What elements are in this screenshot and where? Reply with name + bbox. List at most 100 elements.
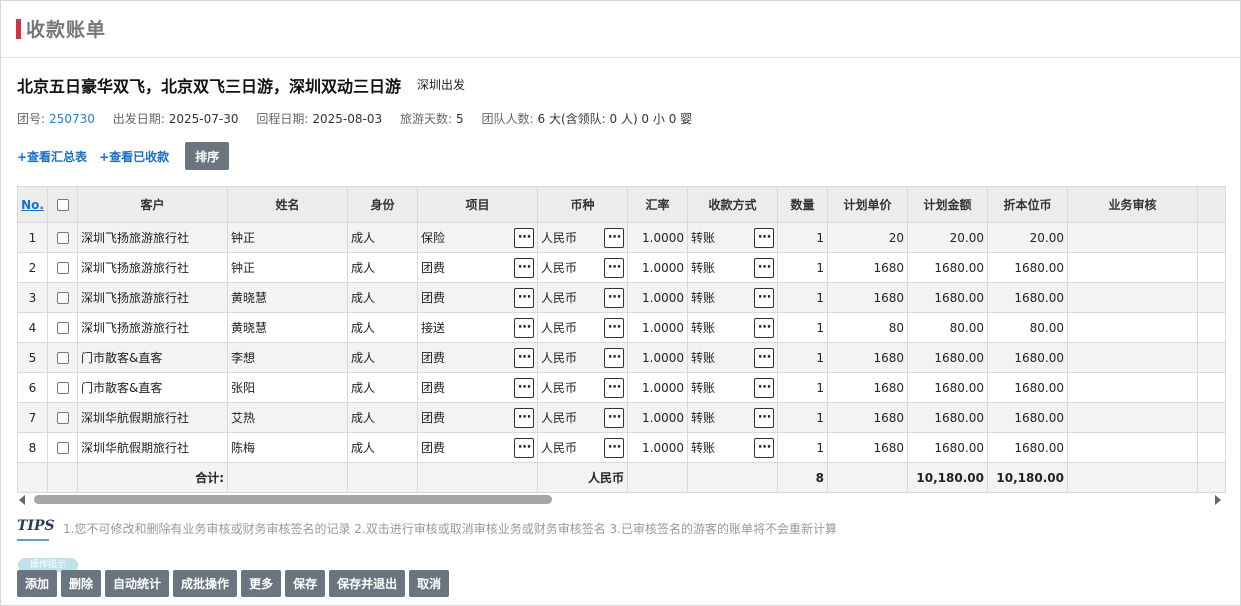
row-base[interactable]: 1680.00 xyxy=(987,282,1068,313)
row-rate[interactable]: 1.0000 xyxy=(627,312,688,343)
row-audit[interactable] xyxy=(1067,432,1198,463)
row-amount[interactable]: 1680.00 xyxy=(907,372,988,403)
row-base[interactable]: 1680.00 xyxy=(987,372,1068,403)
horizontal-scrollbar[interactable] xyxy=(17,493,1225,507)
row-amount[interactable]: 1680.00 xyxy=(907,402,988,433)
row-customer[interactable]: 深圳华航假期旅行社 xyxy=(77,402,228,433)
row-checkbox[interactable] xyxy=(56,412,69,424)
row-currency-cell[interactable]: 人民币 ⋯ xyxy=(537,312,628,343)
auto-stat-button[interactable]: 自动统计 xyxy=(105,570,170,597)
row-customer[interactable]: 深圳华航假期旅行社 xyxy=(77,432,228,463)
row-base[interactable]: 1680.00 xyxy=(987,342,1068,373)
row-select[interactable] xyxy=(47,402,78,433)
table-row[interactable]: 6 门市散客&直客 张阳 成人 团费 ⋯ 人民币 ⋯ 1.0000 转账 ⋯ 1 1680 1680.00… xyxy=(17,372,1226,403)
currency-more-ellipsis-icon[interactable]: ⋯ xyxy=(604,287,624,308)
row-customer[interactable]: 深圳飞扬旅游旅行社 xyxy=(77,312,228,343)
row-audit[interactable] xyxy=(1067,402,1198,433)
row-customer[interactable]: 深圳飞扬旅游旅行社 xyxy=(77,252,228,283)
add-button[interactable]: 添加 xyxy=(17,570,58,597)
delete-button[interactable]: 删除 xyxy=(61,570,102,597)
row-rate[interactable]: 1.0000 xyxy=(627,282,688,313)
row-pay-cell[interactable]: 转账 ⋯ xyxy=(687,402,778,433)
row-checkbox[interactable] xyxy=(56,352,69,364)
row-identity[interactable]: 成人 xyxy=(347,372,418,403)
row-qty[interactable]: 1 xyxy=(777,252,828,283)
currency-more-ellipsis-icon[interactable]: ⋯ xyxy=(604,377,624,398)
batch-operation-button[interactable]: 成批操作 xyxy=(173,570,238,597)
row-select[interactable] xyxy=(47,432,78,463)
row-checkbox[interactable] xyxy=(56,232,69,244)
row-base[interactable]: 1680.00 xyxy=(987,252,1068,283)
row-customer[interactable]: 深圳飞扬旅游旅行社 xyxy=(77,282,228,313)
pay-more-ellipsis-icon[interactable]: ⋯ xyxy=(754,437,774,458)
row-base[interactable]: 1680.00 xyxy=(987,402,1068,433)
row-identity[interactable]: 成人 xyxy=(347,252,418,283)
item-more-ellipsis-icon[interactable]: ⋯ xyxy=(514,317,534,338)
row-pay-cell[interactable]: 转账 ⋯ xyxy=(687,282,778,313)
row-pay-cell[interactable]: 转账 ⋯ xyxy=(687,372,778,403)
row-identity[interactable]: 成人 xyxy=(347,312,418,343)
row-item-cell[interactable]: 团费 ⋯ xyxy=(417,252,538,283)
row-pay-cell[interactable]: 转账 ⋯ xyxy=(687,252,778,283)
pay-more-ellipsis-icon[interactable]: ⋯ xyxy=(754,287,774,308)
row-currency-cell[interactable]: 人民币 ⋯ xyxy=(537,252,628,283)
item-more-ellipsis-icon[interactable]: ⋯ xyxy=(514,347,534,368)
row-audit[interactable] xyxy=(1067,372,1198,403)
row-base[interactable]: 80.00 xyxy=(987,312,1068,343)
row-price[interactable]: 1680 xyxy=(827,252,908,283)
select-all-checkbox[interactable] xyxy=(56,199,69,211)
row-item-cell[interactable]: 接送 ⋯ xyxy=(417,312,538,343)
row-amount[interactable]: 1680.00 xyxy=(907,432,988,463)
table-row[interactable]: 1 深圳飞扬旅游旅行社 钟正 成人 保险 ⋯ 人民币 ⋯ 1.0000 转账 ⋯ 1 20 20.00 20… xyxy=(17,222,1226,253)
pay-more-ellipsis-icon[interactable]: ⋯ xyxy=(754,227,774,248)
currency-more-ellipsis-icon[interactable]: ⋯ xyxy=(604,317,624,338)
row-currency-cell[interactable]: 人民币 ⋯ xyxy=(537,402,628,433)
row-price[interactable]: 1680 xyxy=(827,432,908,463)
row-rate[interactable]: 1.0000 xyxy=(627,372,688,403)
row-identity[interactable]: 成人 xyxy=(347,342,418,373)
view-received-link[interactable]: +查看已收款 xyxy=(99,148,169,165)
row-base[interactable]: 20.00 xyxy=(987,222,1068,253)
table-row[interactable]: 4 深圳飞扬旅游旅行社 黄晓慧 成人 接送 ⋯ 人民币 ⋯ 1.0000 转账 ⋯ 1 80 80.00 8… xyxy=(17,312,1226,343)
row-audit[interactable] xyxy=(1067,222,1198,253)
row-rate[interactable]: 1.0000 xyxy=(627,222,688,253)
currency-more-ellipsis-icon[interactable]: ⋯ xyxy=(604,347,624,368)
row-amount[interactable]: 1680.00 xyxy=(907,342,988,373)
pay-more-ellipsis-icon[interactable]: ⋯ xyxy=(754,377,774,398)
currency-more-ellipsis-icon[interactable]: ⋯ xyxy=(604,437,624,458)
table-row[interactable]: 8 深圳华航假期旅行社 陈梅 成人 团费 ⋯ 人民币 ⋯ 1.0000 转账 ⋯ 1 1680 1680.… xyxy=(17,432,1226,463)
row-pay-cell[interactable]: 转账 ⋯ xyxy=(687,222,778,253)
scroll-right-arrow-icon[interactable] xyxy=(1215,495,1221,505)
row-amount[interactable]: 20.00 xyxy=(907,222,988,253)
row-price[interactable]: 1680 xyxy=(827,372,908,403)
row-name[interactable]: 黄晓慧 xyxy=(227,312,348,343)
row-checkbox[interactable] xyxy=(56,442,69,454)
row-item-cell[interactable]: 保险 ⋯ xyxy=(417,222,538,253)
item-more-ellipsis-icon[interactable]: ⋯ xyxy=(514,377,534,398)
currency-more-ellipsis-icon[interactable]: ⋯ xyxy=(604,227,624,248)
row-name[interactable]: 陈梅 xyxy=(227,432,348,463)
row-name[interactable]: 钟正 xyxy=(227,222,348,253)
row-identity[interactable]: 成人 xyxy=(347,402,418,433)
row-checkbox[interactable] xyxy=(56,292,69,304)
row-select[interactable] xyxy=(47,342,78,373)
row-rate[interactable]: 1.0000 xyxy=(627,432,688,463)
row-qty[interactable]: 1 xyxy=(777,222,828,253)
save-button[interactable]: 保存 xyxy=(285,570,326,597)
view-summary-link[interactable]: +查看汇总表 xyxy=(17,148,87,165)
row-qty[interactable]: 1 xyxy=(777,432,828,463)
row-audit[interactable] xyxy=(1067,342,1198,373)
row-select[interactable] xyxy=(47,252,78,283)
pay-more-ellipsis-icon[interactable]: ⋯ xyxy=(754,407,774,428)
table-row[interactable]: 7 深圳华航假期旅行社 艾热 成人 团费 ⋯ 人民币 ⋯ 1.0000 转账 ⋯ 1 1680 1680.… xyxy=(17,402,1226,433)
col-select-all[interactable] xyxy=(47,186,78,223)
row-currency-cell[interactable]: 人民币 ⋯ xyxy=(537,222,628,253)
cancel-button[interactable]: 取消 xyxy=(409,570,450,597)
row-name[interactable]: 李想 xyxy=(227,342,348,373)
row-currency-cell[interactable]: 人民币 ⋯ xyxy=(537,282,628,313)
row-price[interactable]: 80 xyxy=(827,312,908,343)
row-identity[interactable]: 成人 xyxy=(347,222,418,253)
more-button[interactable]: 更多 xyxy=(241,570,282,597)
row-customer[interactable]: 深圳飞扬旅游旅行社 xyxy=(77,222,228,253)
item-more-ellipsis-icon[interactable]: ⋯ xyxy=(514,437,534,458)
